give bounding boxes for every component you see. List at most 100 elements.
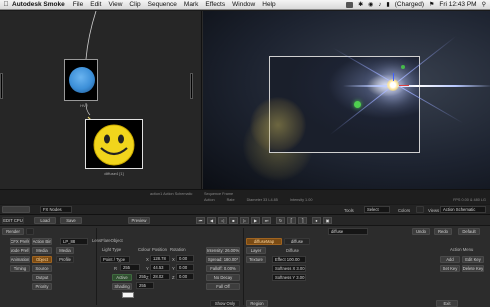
position-x-field[interactable]: 128.78	[150, 255, 170, 262]
go-end-icon[interactable]: ⏭	[262, 217, 271, 224]
media-list-button[interactable]: Media	[32, 247, 52, 254]
fall-off-button[interactable]: Fall Off	[206, 283, 240, 290]
menu-file[interactable]: File	[73, 1, 83, 8]
edit-key-button[interactable]: Edit Key	[462, 256, 484, 263]
exit-button[interactable]: Exit	[436, 300, 458, 307]
play-reverse-icon[interactable]: ◁	[218, 217, 227, 224]
media-button[interactable]: Media	[56, 247, 74, 254]
fx-nodes-field[interactable]: FX Nodes	[40, 206, 72, 213]
battery-icon[interactable]: ▮	[386, 1, 389, 8]
app-menu[interactable]: Autodesk Smoke	[12, 1, 65, 8]
action-schematic[interactable]: HV2 diffuse4 [1]	[0, 11, 202, 189]
bluetooth-icon[interactable]: ✱	[358, 1, 363, 8]
undo-button[interactable]: Undo	[412, 228, 430, 235]
tray-icon[interactable]	[346, 1, 354, 8]
animation-button[interactable]: Animation	[10, 256, 30, 263]
diffuse-map-tab[interactable]: diffuseMap	[246, 238, 282, 245]
go-start-icon[interactable]: ⏮	[196, 217, 205, 224]
light-type-select[interactable]: Point / Type	[100, 256, 130, 263]
diffuse-tab[interactable]: diffuse	[284, 238, 310, 245]
timing-button[interactable]: Timing	[10, 265, 30, 272]
redo-button[interactable]: Redo	[434, 228, 452, 235]
clip-name-field[interactable]: diffuse	[328, 228, 368, 235]
output-button[interactable]: Output	[32, 274, 52, 281]
falloff-button[interactable]: Falloff: 0.00%	[206, 265, 240, 272]
menu-edit[interactable]: Edit	[90, 1, 101, 8]
views-select[interactable]: Action Schematic	[440, 206, 486, 213]
preview-button[interactable]: Preview	[128, 217, 150, 224]
snapshot-icon[interactable]: ▣	[323, 217, 332, 224]
node-prefs-button[interactable]: Node Prefs	[10, 247, 30, 254]
load-button[interactable]: Load	[34, 217, 56, 224]
axis-green-handle-top[interactable]	[401, 65, 405, 69]
colour-swatch[interactable]	[122, 292, 134, 298]
loop-icon[interactable]: ↻	[276, 217, 285, 224]
edit-cpu-button[interactable]: EDIT CPU	[2, 217, 24, 224]
profile-button[interactable]: Profile	[56, 256, 74, 263]
spread-button[interactable]: Spread: 180.00*	[206, 256, 240, 263]
intensity-button[interactable]: Intensity: 26.00%	[206, 247, 240, 254]
texture-button[interactable]: Texture	[246, 256, 266, 263]
source-button[interactable]: Source	[32, 265, 52, 272]
rotation-x-field[interactable]: 0.00	[176, 255, 194, 262]
delete-key-button[interactable]: Delete Key	[462, 265, 484, 272]
stop-icon[interactable]: ■	[229, 217, 238, 224]
tools-select[interactable]: Select	[364, 206, 390, 213]
flag-icon[interactable]: ⚑	[429, 1, 434, 8]
layer-id-field[interactable]: LP_88	[60, 238, 88, 245]
no-decay-button[interactable]: No Decay	[206, 274, 240, 281]
menu-sequence[interactable]: Sequence	[148, 1, 177, 8]
in-mark-icon[interactable]: ⎡	[287, 217, 296, 224]
offscreen-node-left[interactable]	[0, 73, 3, 99]
out-mark-icon[interactable]: ⎤	[298, 217, 307, 224]
colour-r-field[interactable]: 255	[120, 264, 140, 271]
menu-clip[interactable]: Clip	[129, 1, 140, 8]
step-forward-icon[interactable]: ▶	[251, 217, 260, 224]
position-y-field[interactable]: 44.53	[150, 264, 170, 271]
spotlight-icon[interactable]: ⚲	[482, 1, 486, 8]
menu-window[interactable]: Window	[232, 1, 255, 8]
rotation-y-field[interactable]: 0.00	[176, 264, 194, 271]
record-icon[interactable]: ●	[312, 217, 321, 224]
mode-button[interactable]	[2, 206, 30, 213]
menu-help[interactable]: Help	[262, 1, 275, 8]
flare-axis-red[interactable]	[399, 85, 409, 86]
softness-y-field[interactable]: Softness Y 3.00	[272, 274, 306, 281]
sphere-node[interactable]	[64, 59, 98, 101]
active-toggle[interactable]: Active	[112, 274, 132, 281]
softness-x-field[interactable]: Softness X 3.00	[272, 265, 306, 272]
cfx-prefs-button[interactable]: CFX Prefs	[10, 238, 30, 245]
menu-effects[interactable]: Effects	[205, 1, 225, 8]
default-button[interactable]: Default	[458, 228, 480, 235]
effect-field[interactable]: Effect 100.00	[272, 256, 306, 263]
add-button[interactable]: Add	[440, 256, 460, 263]
layer-button[interactable]: Layer	[246, 247, 266, 254]
frame-bounds[interactable]	[250, 56, 420, 153]
volume-icon[interactable]: ♪	[378, 2, 381, 8]
set-key-button[interactable]: Set Key	[440, 265, 460, 272]
apple-menu-icon[interactable]: 	[0, 1, 12, 8]
wifi-icon[interactable]: ◉	[368, 1, 373, 8]
rotation-z-field[interactable]: 0.00	[176, 273, 194, 280]
clock[interactable]: Fri 12:43 PM	[439, 1, 476, 8]
render-button[interactable]: Render	[2, 228, 24, 235]
play-icon[interactable]: ▷	[240, 217, 249, 224]
flare-axis-blue[interactable]	[393, 73, 394, 81]
diffuse-node[interactable]	[85, 119, 143, 169]
menu-view[interactable]: View	[108, 1, 122, 8]
region-button[interactable]: Region	[246, 300, 268, 307]
position-z-field[interactable]: 28.02	[150, 273, 170, 280]
menu-mark[interactable]: Mark	[184, 1, 198, 8]
action-bin-button[interactable]: Action Bin	[32, 238, 52, 245]
colour-b-field[interactable]: 255	[136, 282, 154, 289]
colors-swatch[interactable]	[416, 206, 424, 213]
result-viewport[interactable]	[203, 11, 490, 189]
render-option[interactable]	[26, 228, 34, 235]
axis-green-handle[interactable]	[354, 101, 361, 108]
save-button[interactable]: Save	[60, 217, 82, 224]
show-only-button[interactable]: Show Only	[210, 300, 240, 307]
offscreen-node-right[interactable]	[190, 73, 193, 99]
object-button[interactable]: Object	[32, 256, 52, 263]
priority-button[interactable]: Priority	[32, 283, 52, 290]
shading-toggle[interactable]: Shading	[112, 283, 132, 290]
